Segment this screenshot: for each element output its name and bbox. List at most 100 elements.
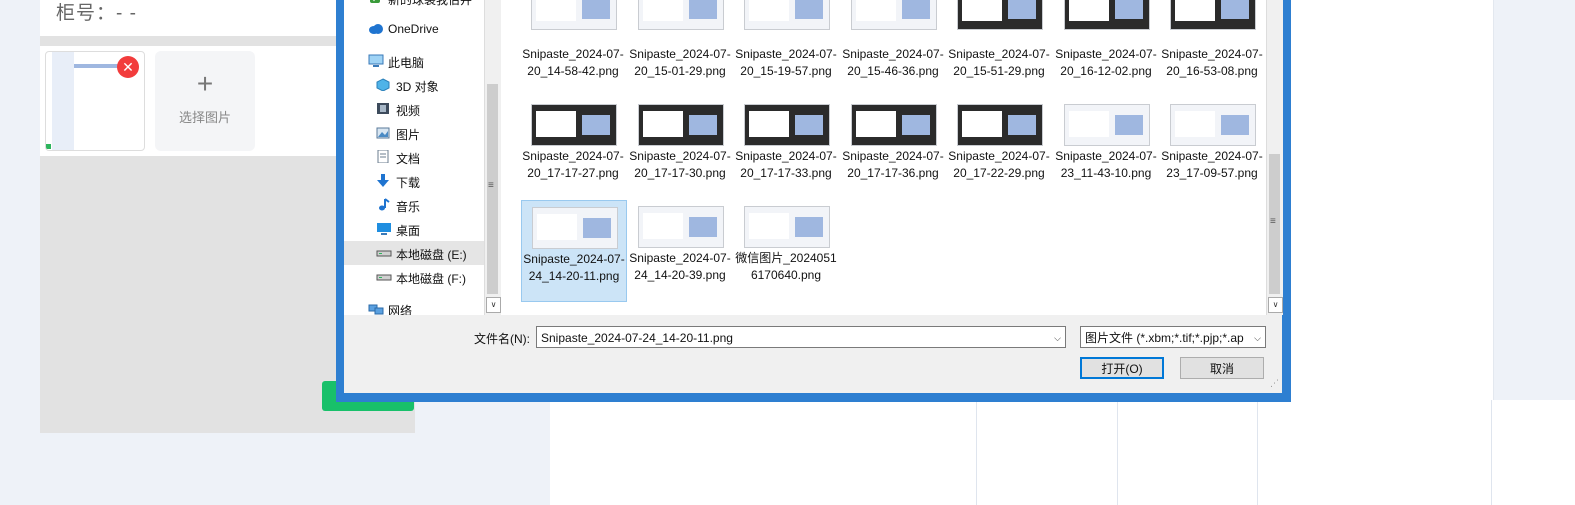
scrollbar-grip-icon: ≡ [488,180,494,191]
file-item[interactable]: Snipaste_2024-07-20_17-17-36.png [841,98,945,198]
file-item[interactable]: Snipaste_2024-07-20_17-17-27.png [521,98,625,198]
file-name: Snipaste_2024-07-20_17-17-33.png [735,149,837,180]
file-name: Snipaste_2024-07-20_17-17-36.png [842,149,944,180]
nav-item[interactable]: 此电脑 [344,49,484,73]
file-thumbnail [744,206,830,248]
music-note-icon [376,198,390,211]
nav-item-label: 本地磁盘 (F:) [396,272,466,286]
plus-icon: + [196,68,214,99]
nav-item[interactable]: 文档 [344,145,484,169]
file-thumbnail [531,104,617,146]
file-item[interactable]: Snipaste_2024-07-20_17-17-33.png [734,98,838,198]
shield-check-icon [368,0,382,4]
file-item[interactable]: Snipaste_2024-07-20_15-51-29.png [947,0,1051,84]
navigation-scrollbar[interactable]: ≡ ∨ [484,0,501,315]
scrollbar-grip-icon: ≡ [1270,216,1276,227]
nav-item[interactable]: 网络 [344,297,484,315]
picture-icon [376,126,390,139]
thumbnail-mark [46,144,51,149]
nav-item[interactable]: OneDrive [344,17,484,41]
nav-item[interactable]: 本地磁盘 (E:) [344,241,484,265]
file-type-select[interactable]: 图片文件 (*.xbm;*.tif;*.pjp;*.ap ⌵ [1080,326,1266,348]
file-name: Snipaste_2024-07-20_17-22-29.png [948,149,1050,180]
file-thumbnail [638,206,724,248]
filename-label: 文件名(N): [474,332,530,346]
nav-item-label: 此电脑 [388,56,425,70]
file-thumbnail [957,0,1043,30]
file-type-value: 图片文件 (*.xbm;*.tif;*.pjp;*.ap [1085,331,1244,345]
file-name: Snipaste_2024-07-20_14-58-42.png [522,47,624,78]
file-thumbnail [1064,104,1150,146]
open-button[interactable]: 打开(O) [1080,357,1164,379]
file-item[interactable]: Snipaste_2024-07-23_11-43-10.png [1054,98,1158,198]
file-thumbnail [851,0,937,30]
nav-item-label: 桌面 [396,224,421,238]
nav-item-label: 新的球裳我伯井 [388,0,473,7]
scroll-down-icon[interactable]: ∨ [486,297,501,313]
file-item[interactable]: Snipaste_2024-07-20_16-53-08.png [1160,0,1264,84]
download-arrow-icon [376,174,390,187]
file-name: Snipaste_2024-07-23_17-09-57.png [1161,149,1263,180]
select-image-label: 选择图片 [178,110,231,125]
file-item[interactable]: Snipaste_2024-07-23_17-09-57.png [1160,98,1264,198]
nav-item-label: 本地磁盘 (E:) [396,248,467,262]
nav-item[interactable]: 桌面 [344,217,484,241]
background-table-area [550,400,1575,505]
computer-icon [368,54,384,67]
file-item[interactable]: 微信图片_20240516170640.png [734,200,838,300]
chevron-down-icon[interactable]: ⌵ [1251,327,1261,347]
drive-icon [376,246,392,259]
cancel-button[interactable]: 取消 [1180,357,1264,379]
background-right-panel [1290,0,1494,400]
nav-item[interactable]: 音乐 [344,193,484,217]
file-name: Snipaste_2024-07-20_17-17-27.png [522,149,624,180]
nav-item-label: OneDrive [388,22,439,36]
table-divider [976,400,977,505]
filename-value: Snipaste_2024-07-24_14-20-11.png [541,331,733,345]
nav-item[interactable]: 3D 对象 [344,73,484,97]
file-item[interactable]: Snipaste_2024-07-24_14-20-11.png [521,200,627,302]
file-thumbnail [532,207,618,249]
navigation-pane: 新的球裳我伯井 OneDrive 此电脑 3D 对象视频图片 文档下载音乐桌面本地磁盘 … [344,0,484,315]
file-name: Snipaste_2024-07-20_15-19-57.png [735,47,837,78]
cube-icon [376,78,390,92]
dialog-body: 新的球裳我伯井 OneDrive 此电脑 3D 对象视频图片 文档下载音乐桌面本地磁盘 … [344,0,1283,393]
file-item[interactable]: Snipaste_2024-07-20_17-22-29.png [947,98,1051,198]
filename-input[interactable]: Snipaste_2024-07-24_14-20-11.png ⌵ [536,326,1066,348]
file-name: Snipaste_2024-07-20_15-01-29.png [629,47,731,78]
scroll-down-icon[interactable]: ∨ [1268,297,1283,313]
resize-grip-icon[interactable]: ⋰ [1270,378,1279,389]
cabinet-number-label: 柜号：- - [56,3,137,24]
drive-icon [376,270,392,283]
file-item[interactable]: Snipaste_2024-07-20_17-17-30.png [628,98,732,198]
file-item[interactable]: Snipaste_2024-07-20_15-46-36.png [841,0,945,84]
file-item[interactable]: Snipaste_2024-07-20_15-19-57.png [734,0,838,84]
nav-item[interactable]: 新的球裳我伯井 [344,0,484,10]
file-open-dialog: 新的球裳我伯井 OneDrive 此电脑 3D 对象视频图片 文档下载音乐桌面本地磁盘 … [336,0,1291,402]
file-thumbnail [1170,104,1256,146]
file-thumbnail [851,104,937,146]
file-item[interactable]: Snipaste_2024-07-20_16-12-02.png [1054,0,1158,84]
file-thumbnail [1170,0,1256,30]
file-thumbnail [744,104,830,146]
nav-item[interactable]: 视频 [344,97,484,121]
table-divider [1491,400,1492,505]
chevron-down-icon[interactable]: ⌵ [1054,327,1061,349]
remove-image-icon[interactable]: ✕ [117,56,139,78]
file-name: Snipaste_2024-07-24_14-20-11.png [523,252,625,283]
select-image-button[interactable]: + 选择图片 [155,51,255,151]
file-item[interactable]: Snipaste_2024-07-20_14-58-42.png [521,0,625,84]
file-thumbnail [638,0,724,30]
file-name: Snipaste_2024-07-23_11-43-10.png [1055,149,1157,180]
nav-item[interactable]: 下载 [344,169,484,193]
file-list-scrollbar[interactable]: ≡ ∨ [1266,0,1283,315]
nav-item-label: 下载 [396,176,421,190]
file-item[interactable]: Snipaste_2024-07-20_15-01-29.png [628,0,732,84]
nav-item[interactable]: 图片 [344,121,484,145]
nav-item[interactable]: 本地磁盘 (F:) [344,265,484,289]
file-name: Snipaste_2024-07-20_17-17-30.png [629,149,731,180]
nav-item-label: 视频 [396,104,421,118]
table-divider [1117,400,1118,505]
nav-item-label: 网络 [388,304,413,315]
file-item[interactable]: Snipaste_2024-07-24_14-20-39.png [628,200,732,300]
